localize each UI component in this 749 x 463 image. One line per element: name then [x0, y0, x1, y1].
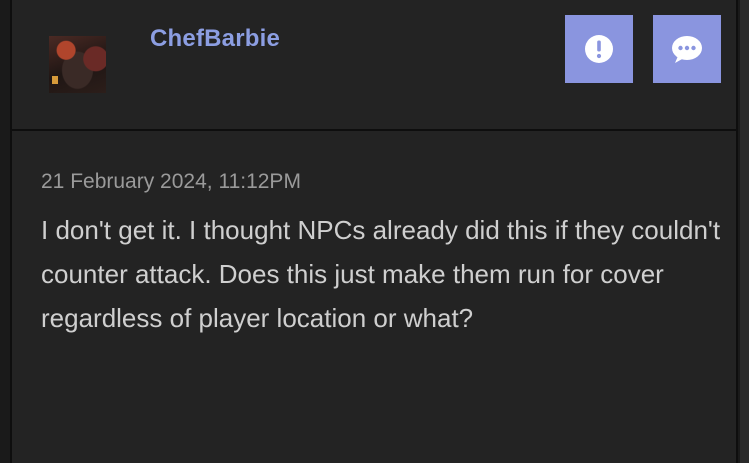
post-card: ChefBarbie 21 February 2024, 11:12PM I d…	[10, 0, 738, 463]
username-link[interactable]: ChefBarbie	[150, 25, 280, 53]
post-body-text: I don't get it. I thought NPCs already d…	[41, 215, 721, 333]
avatar[interactable]	[49, 36, 106, 93]
post-timestamp: 21 February 2024, 11:12PM	[41, 170, 301, 193]
speech-bubble-icon	[672, 36, 702, 63]
exclamation-circle-icon	[585, 35, 613, 63]
post-header: ChefBarbie	[12, 0, 736, 131]
report-button[interactable]	[565, 15, 633, 83]
avatar-lamp-detail	[52, 76, 58, 84]
reply-button[interactable]	[653, 15, 721, 83]
scrollbar-track[interactable]	[740, 0, 749, 463]
